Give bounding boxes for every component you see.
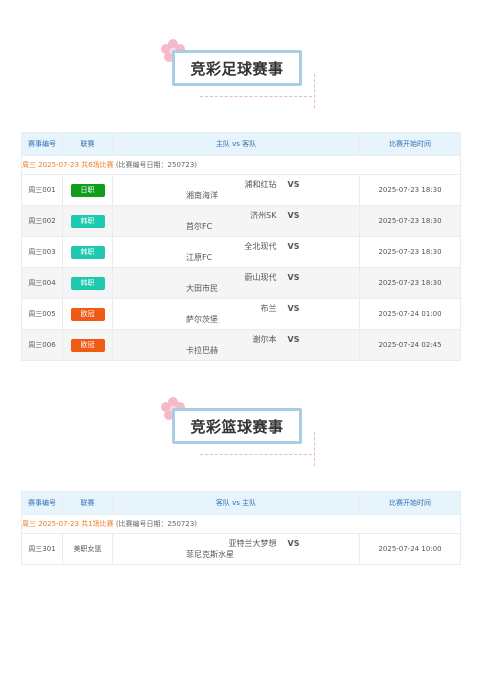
match-id: 周三002 [21, 205, 63, 237]
team-right: 菲尼克斯水星 [186, 550, 234, 559]
match-id: 周三301 [21, 533, 63, 565]
vs-label: VS [287, 242, 300, 251]
league-cell: 欧冠 [62, 298, 113, 330]
league-cell: 欧冠 [62, 329, 113, 361]
vs-label: VS [287, 211, 300, 220]
match-time: 2025-07-23 18:30 [359, 174, 461, 206]
league-badge: 日职 [70, 183, 105, 197]
league-badge: 欧冠 [70, 338, 105, 352]
date-row: 周三 2025-07-23 共1场比赛 (比赛编号日期：250723) [21, 514, 461, 534]
header-id: 赛事编号 [21, 491, 63, 515]
teams-cell: 亚特兰大梦想 VS 菲尼克斯水星 [112, 533, 360, 565]
match-time: 2025-07-23 18:30 [359, 267, 461, 299]
team-left: 谢尔本 [252, 335, 277, 344]
table-row[interactable]: 周三005 欧冠 布兰 VS 萨尔茨堡 2025-07-24 01:00 [21, 298, 461, 330]
league-cell: 美职女篮 [62, 533, 113, 565]
league-badge: 韩职 [70, 214, 105, 228]
vs-label: VS [287, 273, 300, 282]
team-right: 萨尔茨堡 [186, 315, 218, 324]
date-line: 周三 2025-07-23 共1场比赛 [22, 520, 114, 528]
table-row[interactable]: 周三006 欧冠 谢尔本 VS 卡拉巴赫 2025-07-24 02:45 [21, 329, 461, 361]
team-left: 蔚山现代 [244, 273, 277, 282]
league-cell: 韩职 [62, 236, 113, 268]
match-id: 周三003 [21, 236, 63, 268]
date-line-sub: (比赛编号日期：250723) [115, 161, 198, 169]
football-title: 竞彩足球赛事 [172, 50, 302, 86]
table-row[interactable]: 周三301 美职女篮 亚特兰大梦想 VS 菲尼克斯水星 2025-07-24 10:00 [21, 533, 461, 565]
teams-cell: 蔚山现代 VS 大田市民 [112, 267, 360, 299]
team-left: 济州SK [250, 211, 277, 220]
table-row[interactable]: 周三002 韩职 济州SK VS 首尔FC 2025-07-23 18:30 [21, 205, 461, 237]
basketball-title-banner: 竞彩篮球赛事 [161, 397, 315, 466]
match-id: 周三005 [21, 298, 63, 330]
match-id: 周三006 [21, 329, 63, 361]
league-badge: 韩职 [70, 276, 105, 290]
table-row[interactable]: 周三001 日职 浦和红钻 VS 湘南海洋 2025-07-23 18:30 [21, 174, 461, 206]
basketball-table: 赛事编号 联赛 客队 vs 主队 比赛开始时间 周三 2025-07-23 共1… [21, 491, 461, 565]
match-time: 2025-07-24 01:00 [359, 298, 461, 330]
league-cell: 韩职 [62, 267, 113, 299]
table-row[interactable]: 周三004 韩职 蔚山现代 VS 大田市民 2025-07-23 18:30 [21, 267, 461, 299]
date-line: 周三 2025-07-23 共6场比赛 [22, 161, 114, 169]
header-time: 比赛开始时间 [359, 132, 461, 156]
teams-cell: 谢尔本 VS 卡拉巴赫 [112, 329, 360, 361]
vs-label: VS [287, 180, 300, 189]
league-cell: 日职 [62, 174, 113, 206]
teams-cell: 济州SK VS 首尔FC [112, 205, 360, 237]
header-time: 比赛开始时间 [359, 491, 461, 515]
header-teams: 主队 vs 客队 [112, 132, 360, 156]
match-time: 2025-07-23 18:30 [359, 205, 461, 237]
teams-cell: 布兰 VS 萨尔茨堡 [112, 298, 360, 330]
football-title-banner: 竞彩足球赛事 [161, 39, 315, 108]
league-badge: 韩职 [70, 245, 105, 259]
header-teams: 客队 vs 主队 [112, 491, 360, 515]
team-right: 首尔FC [186, 222, 213, 231]
league-cell: 韩职 [62, 205, 113, 237]
match-time: 2025-07-24 10:00 [359, 533, 461, 565]
league-label: 美职女篮 [73, 545, 102, 553]
header-id: 赛事编号 [21, 132, 63, 156]
date-line-sub: (比赛编号日期：250723) [115, 520, 198, 528]
match-time: 2025-07-24 02:45 [359, 329, 461, 361]
basketball-title: 竞彩篮球赛事 [172, 408, 302, 444]
table-row[interactable]: 周三003 韩职 全北现代 VS 江原FC 2025-07-23 18:30 [21, 236, 461, 268]
team-right: 湘南海洋 [186, 191, 218, 200]
date-row: 周三 2025-07-23 共6场比赛 (比赛编号日期：250723) [21, 155, 461, 175]
team-left: 全北现代 [244, 242, 277, 251]
vs-label: VS [287, 335, 300, 344]
match-time: 2025-07-23 18:30 [359, 236, 461, 268]
team-right: 江原FC [186, 253, 213, 262]
match-id: 周三001 [21, 174, 63, 206]
teams-cell: 全北现代 VS 江原FC [112, 236, 360, 268]
match-id: 周三004 [21, 267, 63, 299]
header-league: 联赛 [62, 491, 113, 515]
team-left: 布兰 [260, 304, 277, 313]
football-table: 赛事编号 联赛 主队 vs 客队 比赛开始时间 周三 2025-07-23 共6… [21, 132, 461, 361]
header-league: 联赛 [62, 132, 113, 156]
team-left: 亚特兰大梦想 [228, 539, 277, 548]
decorative-dash [314, 74, 315, 108]
decorative-dash [200, 454, 312, 455]
decorative-dash [200, 96, 312, 97]
teams-cell: 浦和红钻 VS 湘南海洋 [112, 174, 360, 206]
vs-label: VS [287, 539, 300, 548]
team-left: 浦和红钻 [244, 180, 277, 189]
vs-label: VS [287, 304, 300, 313]
table-header-row: 赛事编号 联赛 客队 vs 主队 比赛开始时间 [21, 491, 461, 515]
table-header-row: 赛事编号 联赛 主队 vs 客队 比赛开始时间 [21, 132, 461, 156]
league-badge: 欧冠 [70, 307, 105, 321]
decorative-dash [314, 432, 315, 466]
team-right: 卡拉巴赫 [186, 346, 218, 355]
team-right: 大田市民 [186, 284, 218, 293]
